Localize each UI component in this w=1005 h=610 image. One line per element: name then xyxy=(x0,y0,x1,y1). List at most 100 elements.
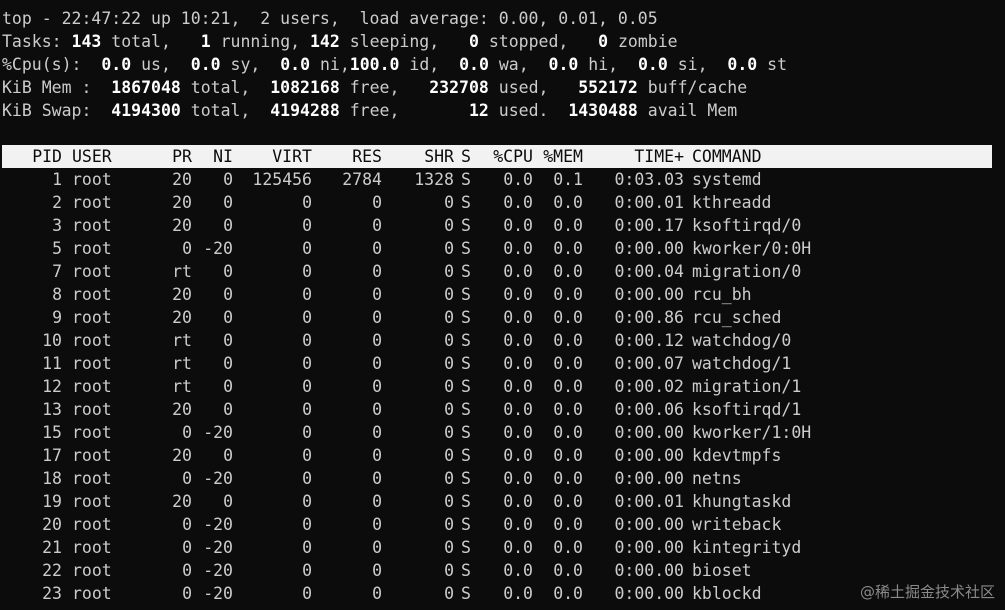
res-cell: 0 xyxy=(372,239,382,258)
mem-cell: 0.0 xyxy=(553,216,583,235)
mem-total: 1867048 xyxy=(111,78,181,97)
process-row: 21 root 0 -20 0 0 0 S 0.0 0.0 0:00.00 kintegrityd xyxy=(0,536,1005,559)
process-row: 11 root rt 0 0 0 0 S 0.0 0.0 0:00.07 watchdog/1 xyxy=(0,352,1005,375)
pr-cell: 20 xyxy=(172,492,192,511)
virt-cell: 125456 xyxy=(252,170,312,189)
res-cell: 0 xyxy=(372,492,382,511)
tasks-zombie-label: zombie xyxy=(608,32,678,51)
mem-cell: 0.0 xyxy=(553,262,583,281)
pid-cell: 11 xyxy=(42,354,62,373)
shr-cell: 1328 xyxy=(414,170,454,189)
res-cell: 0 xyxy=(372,400,382,419)
state-cell: S xyxy=(461,308,471,327)
command-cell: watchdog/0 xyxy=(692,331,792,350)
cpu-wa: 0.0 xyxy=(459,55,489,74)
virt-cell: 0 xyxy=(302,193,312,212)
mem-used: 232708 xyxy=(429,78,489,97)
state-cell: S xyxy=(461,561,471,580)
mem-cell: 0.0 xyxy=(553,538,583,557)
mem-buff-label: buff/cache xyxy=(637,78,748,97)
shr-cell: 0 xyxy=(444,262,454,281)
col-mem: %MEM xyxy=(543,147,583,166)
pr-cell: 20 xyxy=(172,308,192,327)
tasks-label: Tasks: xyxy=(2,32,62,51)
user-cell: root xyxy=(72,170,112,189)
process-row: 12 root rt 0 0 0 0 S 0.0 0.0 0:00.02 migration/1 xyxy=(0,375,1005,398)
pid-cell: 1 xyxy=(52,170,62,189)
cpu-cell: 0.0 xyxy=(503,285,533,304)
process-row: 15 root 0 -20 0 0 0 S 0.0 0.0 0:00.00 kworker/1:0H xyxy=(0,421,1005,444)
cpu-cell: 0.0 xyxy=(503,423,533,442)
command-cell: kworker/0:0H xyxy=(692,239,812,258)
command-cell: writeback xyxy=(692,515,782,534)
process-row: 10 root rt 0 0 0 0 S 0.0 0.0 0:00.12 watchdog/0 xyxy=(0,329,1005,352)
pid-cell: 3 xyxy=(52,216,62,235)
res-cell: 0 xyxy=(372,354,382,373)
mem-cell: 0.0 xyxy=(553,446,583,465)
cpu-id-label: id, xyxy=(399,55,440,74)
shr-cell: 0 xyxy=(444,446,454,465)
mem-cell: 0.0 xyxy=(553,492,583,511)
command-cell: rcu_bh xyxy=(692,285,752,304)
command-cell: kdevtmpfs xyxy=(692,446,782,465)
cpu-hi-label: hi, xyxy=(578,55,619,74)
pid-cell: 20 xyxy=(42,515,62,534)
mem-cell: 0.0 xyxy=(553,285,583,304)
tasks-total-label: total, xyxy=(101,32,171,51)
user-cell: root xyxy=(72,354,112,373)
cpu-us: 0.0 xyxy=(101,55,132,74)
pid-cell: 19 xyxy=(42,492,62,511)
mem-buff: 552172 xyxy=(578,78,638,97)
time-cell: 0:00.06 xyxy=(614,400,684,419)
pr-cell: 0 xyxy=(182,515,192,534)
virt-cell: 0 xyxy=(302,515,312,534)
cpu-cell: 0.0 xyxy=(503,239,533,258)
pr-cell: 0 xyxy=(182,469,192,488)
mem-line: KiB Mem : 1867048 total, 1082168 free, 2… xyxy=(2,76,747,99)
shr-cell: 0 xyxy=(444,515,454,534)
process-row: 7 root rt 0 0 0 0 S 0.0 0.0 0:00.04 migration/0 xyxy=(0,260,1005,283)
process-row: 23 root 0 -20 0 0 0 S 0.0 0.0 0:00.00 kblockd xyxy=(0,582,1005,605)
virt-cell: 0 xyxy=(302,308,312,327)
cpu-cell: 0.0 xyxy=(503,515,533,534)
swap-avail: 1430488 xyxy=(568,101,638,120)
mem-cell: 0.0 xyxy=(553,354,583,373)
tasks-total: 143 xyxy=(71,32,102,51)
tasks-zombie: 0 xyxy=(598,32,609,51)
pr-cell: 0 xyxy=(182,239,192,258)
virt-cell: 0 xyxy=(302,285,312,304)
state-cell: S xyxy=(461,469,471,488)
tasks-line: Tasks: 143 total, 1 running, 142 sleepin… xyxy=(2,30,678,53)
virt-cell: 0 xyxy=(302,400,312,419)
virt-cell: 0 xyxy=(302,354,312,373)
res-cell: 0 xyxy=(372,216,382,235)
terminal-window[interactable]: top - 22:47:22 up 10:21, 2 users, load a… xyxy=(0,0,1005,610)
shr-cell: 0 xyxy=(444,308,454,327)
cpu-label: %Cpu(s): xyxy=(2,55,82,74)
state-cell: S xyxy=(461,193,471,212)
process-row: 5 root 0 -20 0 0 0 S 0.0 0.0 0:00.00 kworker/0:0H xyxy=(0,237,1005,260)
ni-cell: -20 xyxy=(203,423,233,442)
state-cell: S xyxy=(461,262,471,281)
pid-cell: 8 xyxy=(52,285,62,304)
ni-cell: 0 xyxy=(223,492,233,511)
shr-cell: 0 xyxy=(444,584,454,603)
user-cell: root xyxy=(72,193,112,212)
ni-cell: 0 xyxy=(223,285,233,304)
tasks-running-label: running, xyxy=(210,32,301,51)
command-cell: watchdog/1 xyxy=(692,354,792,373)
ni-cell: 0 xyxy=(223,308,233,327)
swap-total: 4194300 xyxy=(111,101,181,120)
ni-cell: -20 xyxy=(203,584,233,603)
virt-cell: 0 xyxy=(302,423,312,442)
tasks-sleeping: 142 xyxy=(310,32,340,51)
swap-used: 12 xyxy=(468,101,489,120)
pr-cell: 20 xyxy=(172,400,192,419)
tasks-sleeping-label: sleeping, xyxy=(339,32,440,51)
time-cell: 0:00.07 xyxy=(614,354,684,373)
time-cell: 0:00.00 xyxy=(614,423,684,442)
mem-free: 1082168 xyxy=(270,78,340,97)
swap-free-label: free, xyxy=(339,101,400,120)
state-cell: S xyxy=(461,446,471,465)
cpu-cell: 0.0 xyxy=(503,469,533,488)
